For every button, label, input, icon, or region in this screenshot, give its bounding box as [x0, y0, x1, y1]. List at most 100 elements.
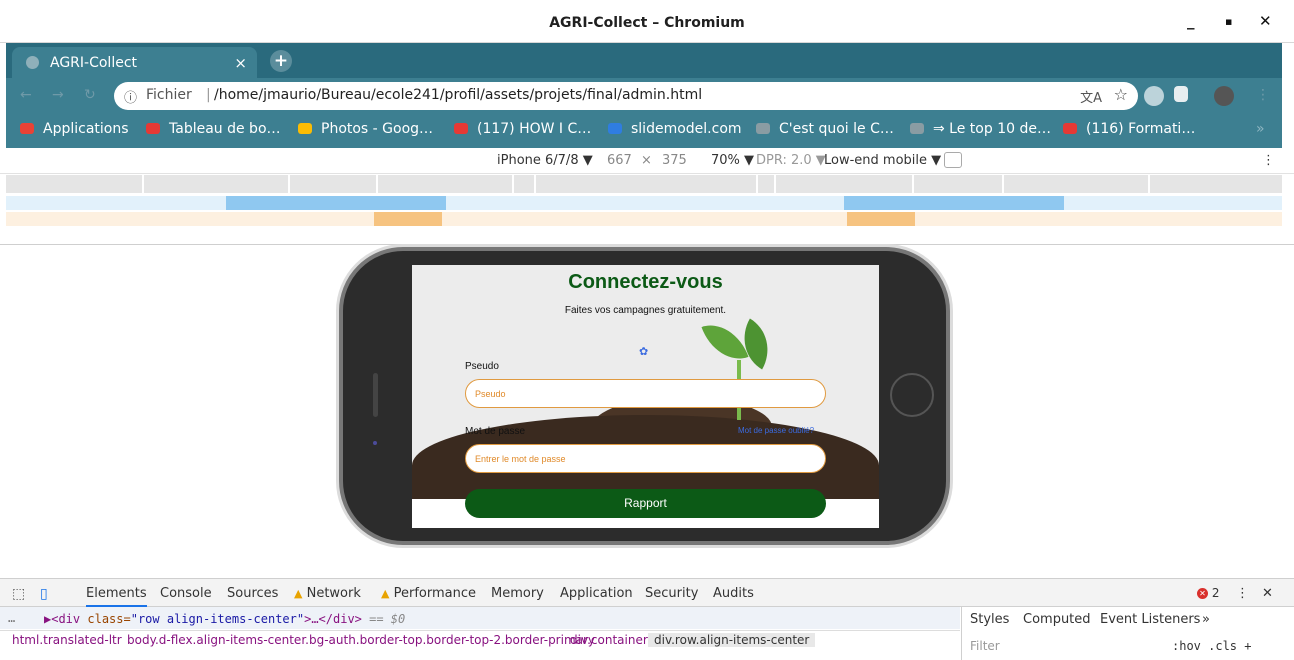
media-query-bar-min — [6, 212, 1282, 226]
new-tab-button[interactable]: + — [270, 50, 292, 72]
warning-icon: ▲ — [381, 587, 390, 600]
styles-filter-input[interactable]: Filter — [970, 639, 1000, 653]
youtube-icon — [146, 123, 160, 134]
tab-strip: AGRI-Collect × + — [6, 43, 1282, 78]
ellipsis-icon[interactable]: … — [8, 611, 15, 625]
photos-icon — [298, 123, 312, 134]
password-label: Mot de passe — [465, 426, 526, 437]
media-query-segment[interactable] — [847, 212, 915, 226]
bookmark-star-icon[interactable]: ☆ — [1114, 85, 1128, 104]
bookmark-item[interactable]: slidemodel.com — [608, 121, 742, 137]
throttle-select[interactable]: Low-end mobile ▼ — [824, 153, 941, 168]
tab-styles[interactable]: Styles — [970, 612, 1009, 627]
browser-tab[interactable]: AGRI-Collect × — [12, 47, 257, 78]
rotate-icon[interactable] — [944, 152, 962, 168]
bookmark-item[interactable]: Photos - Goog… — [298, 121, 433, 137]
eyedropper-icon[interactable] — [1174, 86, 1188, 102]
device-select[interactable]: iPhone 6/7/8 ▼ — [497, 153, 593, 168]
ruler-tick — [1148, 175, 1150, 193]
phone-home-button — [890, 373, 934, 417]
tab-memory[interactable]: Memory — [491, 586, 544, 601]
zoom-select[interactable]: 70% ▼ — [711, 153, 754, 168]
bookmark-item[interactable]: ⇒ Le top 10 de… — [910, 121, 1051, 137]
browser-menu-icon[interactable]: ⋮ — [1256, 87, 1270, 103]
bookmark-item[interactable]: (117) HOW I C… — [454, 121, 591, 137]
forward-arrow-icon[interactable]: → — [52, 87, 64, 103]
breadcrumb-item[interactable]: html.translated-ltr — [12, 633, 122, 647]
breadcrumb-item[interactable]: div.container — [570, 633, 648, 647]
submit-button[interactable]: Rapport — [465, 489, 826, 518]
ruler-tick — [912, 175, 914, 193]
devtools-close-icon[interactable]: ✕ — [1262, 586, 1273, 601]
phone-camera — [373, 441, 377, 445]
pseudo-label: Pseudo — [465, 361, 499, 372]
device-height[interactable]: 375 — [662, 153, 687, 168]
url-text[interactable]: /home/jmaurio/Bureau/ecole241/profil/ass… — [214, 87, 702, 103]
bookmark-item[interactable]: C'est quoi le C… — [756, 121, 894, 137]
media-ruler — [6, 175, 1282, 193]
leaf-image — [701, 315, 749, 369]
device-screen: Connectez-vous Faites vos campagnes grat… — [412, 265, 879, 528]
address-bar[interactable]: ⓘ Fichier | /home/jmaurio/Bureau/ecole24… — [114, 82, 1138, 110]
dom-node[interactable]: ▶<div class="row align-items-center">…</… — [44, 612, 405, 626]
tab-security[interactable]: Security — [645, 586, 698, 601]
tab-event-listeners[interactable]: Event Listeners — [1100, 612, 1200, 627]
media-query-segment[interactable] — [226, 196, 446, 210]
tab-title: AGRI-Collect — [50, 55, 138, 71]
maximize-button[interactable]: ▪ — [1225, 15, 1232, 28]
error-icon: ✕ — [1197, 588, 1208, 599]
warning-icon: ▲ — [294, 587, 303, 600]
styles-more-icon[interactable]: » — [1202, 612, 1210, 627]
minimize-button[interactable]: _ — [1187, 12, 1195, 30]
devtools-tabbar: ⬚ ▯ Elements Console Sources ▲ Network ▲… — [0, 578, 1294, 607]
devtools-menu-icon[interactable]: ⋮ — [1236, 586, 1249, 601]
youtube-icon — [1063, 123, 1077, 134]
forgot-password-link[interactable]: Mot de passe oublié? — [738, 426, 814, 435]
ruler-tick — [756, 175, 758, 193]
ruler-tick — [376, 175, 378, 193]
youtube-icon — [454, 123, 468, 134]
ruler-tick — [534, 175, 536, 193]
breadcrumb-item[interactable]: body.d-flex.align-items-center.bg-auth.b… — [127, 633, 595, 647]
tab-audits[interactable]: Audits — [713, 586, 754, 601]
bookmark-item[interactable]: Applications — [20, 121, 129, 137]
globe-icon — [910, 123, 924, 134]
reload-icon[interactable]: ↻ — [84, 87, 96, 103]
breadcrumb-item[interactable]: div.row.align-items-center — [648, 633, 816, 647]
styles-toolbar-buttons[interactable]: :hov .cls + — [1172, 639, 1251, 653]
device-toolbar: iPhone 6/7/8 ▼ 667 × 375 70% ▼ DPR: 2.0 … — [0, 148, 1294, 174]
bookmarks-overflow[interactable]: » — [1256, 121, 1265, 137]
close-tab-icon[interactable]: × — [234, 54, 247, 72]
dimension-times: × — [641, 153, 652, 168]
tab-performance[interactable]: ▲ Performance — [381, 586, 476, 601]
url-scheme: Fichier — [146, 87, 192, 103]
bookmark-item[interactable]: (116) Formati… — [1063, 121, 1195, 137]
inspect-element-icon[interactable]: ⬚ — [12, 586, 25, 602]
extension-icon[interactable] — [1144, 86, 1164, 106]
tab-computed[interactable]: Computed — [1023, 612, 1091, 627]
bookmarks-bar: Applications Tableau de bo… Photos - Goo… — [6, 114, 1282, 148]
profile-avatar[interactable] — [1214, 86, 1234, 106]
tab-network[interactable]: ▲ Network — [294, 586, 361, 601]
tab-console[interactable]: Console — [160, 586, 212, 601]
pseudo-input[interactable]: Pseudo — [465, 379, 826, 408]
info-icon[interactable]: ⓘ — [124, 87, 137, 106]
error-counter[interactable]: ✕ 2 — [1197, 586, 1219, 600]
close-window-button[interactable]: ✕ — [1259, 12, 1272, 30]
media-query-segment[interactable] — [374, 212, 442, 226]
device-width[interactable]: 667 — [607, 153, 632, 168]
tab-elements[interactable]: Elements — [86, 586, 147, 607]
device-toggle-icon[interactable]: ▯ — [40, 586, 48, 602]
tab-sources[interactable]: Sources — [227, 586, 278, 601]
device-menu-icon[interactable]: ⋮ — [1262, 153, 1275, 168]
translate-icon[interactable]: 文A — [1080, 87, 1102, 106]
page-title: Connectez-vous — [568, 271, 723, 293]
back-arrow-icon[interactable]: ← — [20, 87, 32, 103]
dpr-select[interactable]: DPR: 2.0 ▼ — [756, 153, 826, 168]
bookmark-item[interactable]: Tableau de bo… — [146, 121, 281, 137]
loading-spinner-icon: ✿ — [639, 345, 649, 358]
globe-icon — [756, 123, 770, 134]
media-query-segment[interactable] — [844, 196, 1064, 210]
password-input[interactable]: Entrer le mot de passe — [465, 444, 826, 473]
tab-application[interactable]: Application — [560, 586, 633, 601]
